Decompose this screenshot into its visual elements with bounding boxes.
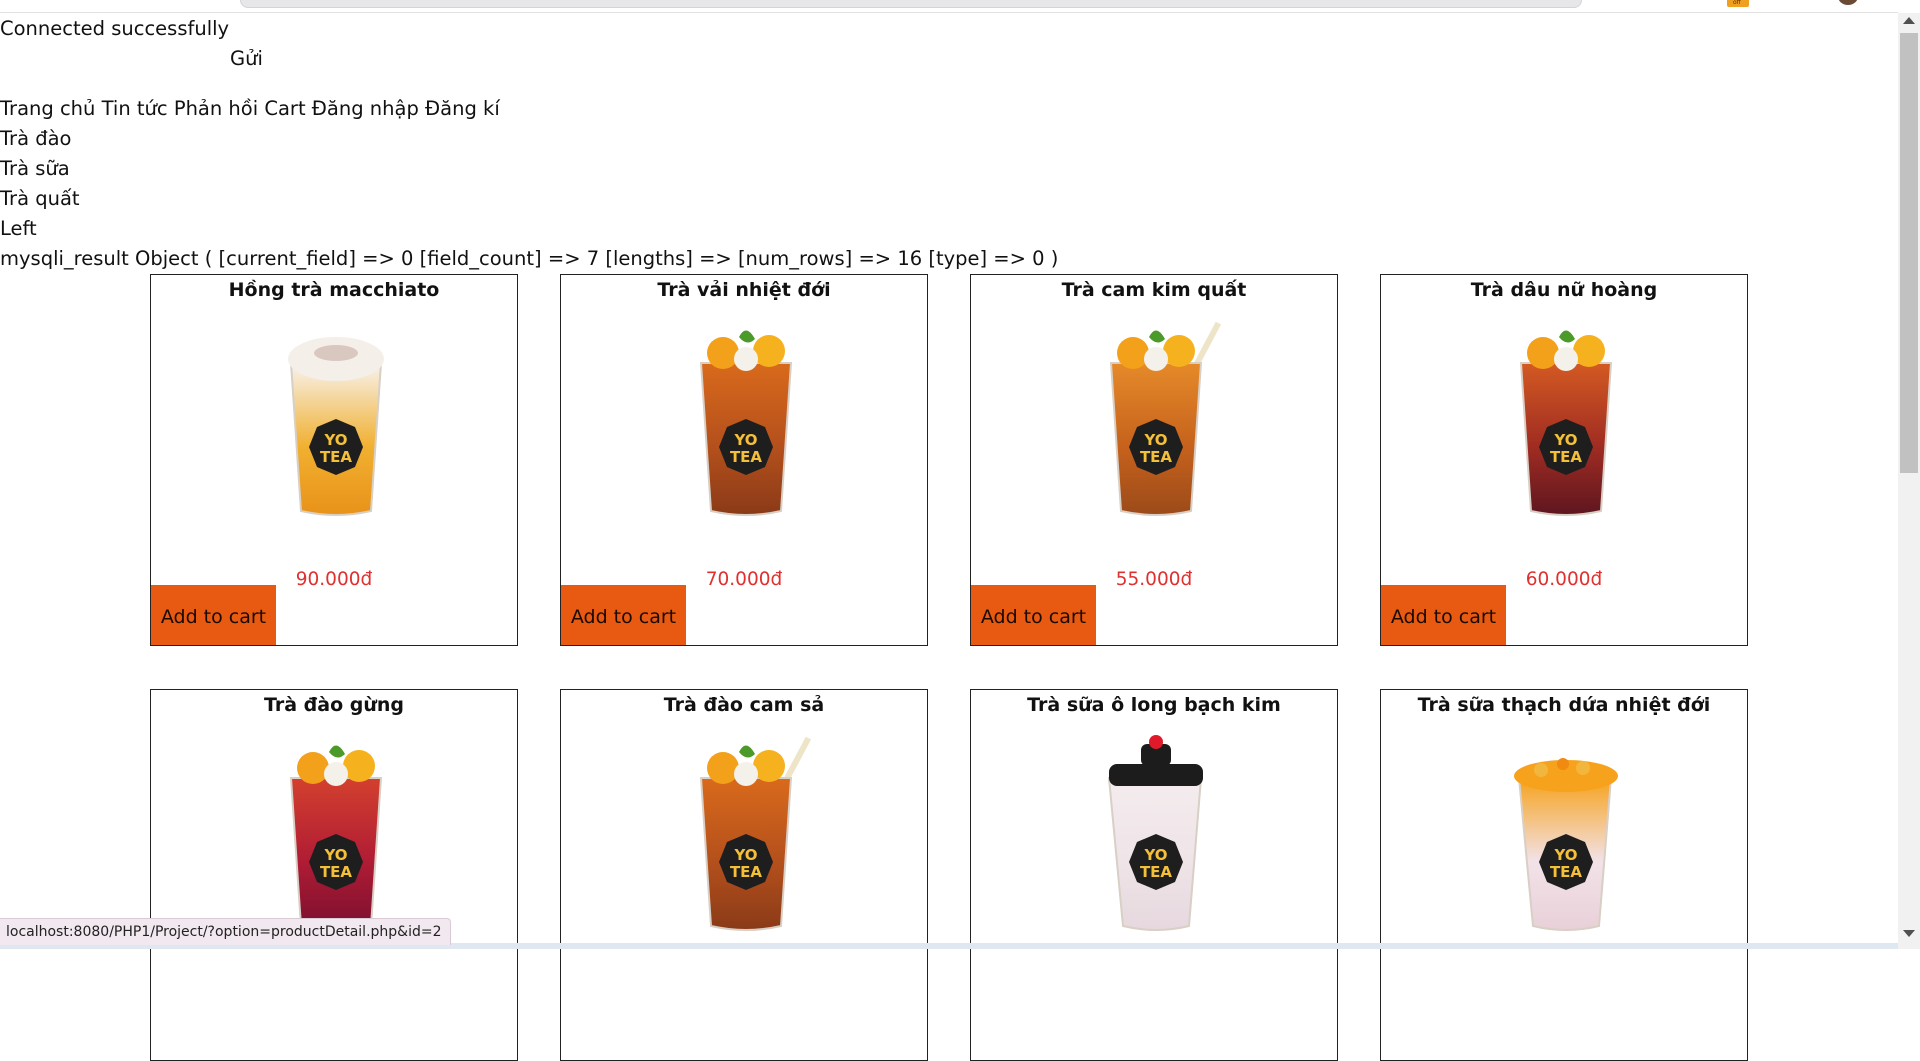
svg-text:TEA: TEA — [1550, 448, 1582, 466]
add-to-cart-button[interactable]: Add to cart — [561, 585, 686, 645]
svg-text:TEA: TEA — [730, 863, 762, 881]
product-name[interactable]: Trà dâu nữ hoàng — [1381, 279, 1747, 301]
add-to-cart-button[interactable]: Add to cart — [151, 585, 276, 645]
nav-feedback[interactable]: Phản hồi — [174, 97, 258, 120]
nav-register[interactable]: Đăng kí — [425, 97, 500, 120]
svg-text:YO: YO — [1143, 846, 1167, 864]
svg-text:YO: YO — [733, 846, 757, 864]
oolong-milk-tea-image[interactable]: YO TEA — [1071, 734, 1241, 934]
peach-ginger-tea-image[interactable]: YO TEA — [251, 734, 421, 934]
nav-news[interactable]: Tin tức — [102, 97, 168, 120]
product-card[interactable]: Trà dâu nữ hoàng YO TEA 60.000đ Add to cart — [1380, 274, 1748, 646]
svg-text:TEA: TEA — [320, 448, 352, 466]
nav-bar: Trang chủ Tin tức Phản hồi Cart Đăng nhậ… — [0, 96, 500, 122]
svg-text:YO: YO — [733, 431, 757, 449]
nav-home[interactable]: Trang chủ — [0, 97, 95, 120]
nav-login[interactable]: Đăng nhập — [312, 97, 419, 120]
divider — [0, 12, 1898, 13]
scroll-down-icon[interactable] — [1903, 930, 1915, 937]
svg-text:TEA: TEA — [1550, 863, 1582, 881]
extension-icon[interactable]: off — [1727, 0, 1749, 7]
product-card[interactable]: Trà sữa ô long bạch kim YO TEA — [970, 689, 1338, 1061]
svg-text:YO: YO — [1553, 846, 1577, 864]
scrollbar-thumb[interactable] — [1900, 33, 1918, 473]
product-card[interactable]: Trà đào gừng YO TEA — [150, 689, 518, 1061]
debug-output: mysqli_result Object ( [current_field] =… — [0, 247, 1059, 270]
add-to-cart-button[interactable]: Add to cart — [1381, 585, 1506, 645]
svg-text:YO: YO — [323, 431, 347, 449]
profile-avatar[interactable] — [1838, 0, 1858, 5]
product-name[interactable]: Trà đào cam sả — [561, 694, 927, 716]
svg-text:YO: YO — [1553, 431, 1577, 449]
add-to-cart-button[interactable]: Add to cart — [971, 585, 1096, 645]
product-name[interactable]: Hồng trà macchiato — [151, 279, 517, 301]
svg-text:TEA: TEA — [1140, 863, 1172, 881]
category-milk-tea[interactable]: Trà sữa — [0, 156, 70, 182]
nav-cart[interactable]: Cart — [264, 97, 305, 120]
product-card[interactable]: Trà vải nhiệt đới YO TEA 70.000đ Add to cart — [560, 274, 928, 646]
address-bar[interactable] — [240, 0, 1582, 8]
strawberry-tea-image[interactable]: YO TEA — [1481, 319, 1651, 519]
product-card[interactable]: Trà sữa thạch dứa nhiệt đới YO TEA — [1380, 689, 1748, 1061]
left-label: Left — [0, 217, 37, 240]
svg-text:YO: YO — [323, 846, 347, 864]
product-name[interactable]: Trà vải nhiệt đới — [561, 279, 927, 301]
connection-message: Connected successfully — [0, 17, 230, 40]
product-name[interactable]: Trà đào gừng — [151, 694, 517, 716]
svg-text:TEA: TEA — [730, 448, 762, 466]
scroll-up-icon[interactable] — [1903, 17, 1915, 24]
product-name[interactable]: Trà sữa ô long bạch kim — [971, 694, 1337, 716]
product-card[interactable]: Trà cam kim quất YO TEA 55.000đ Add to cart — [970, 274, 1338, 646]
browser-top-chrome: off — [0, 0, 1920, 12]
svg-text:TEA: TEA — [320, 863, 352, 881]
send-button[interactable]: Gửi — [230, 46, 263, 72]
status-bar-url: localhost:8080/PHP1/Project/?option=prod… — [0, 918, 451, 945]
svg-text:TEA: TEA — [1140, 448, 1172, 466]
vertical-scrollbar[interactable] — [1898, 13, 1920, 949]
svg-text:YO: YO — [1143, 431, 1167, 449]
macchiato-cup-image[interactable]: YO TEA — [251, 319, 421, 519]
category-kumquat-tea[interactable]: Trà quất — [0, 186, 80, 212]
orange-kumquat-tea-image[interactable]: YO TEA — [1071, 319, 1241, 519]
lychee-tea-image[interactable]: YO TEA — [661, 319, 831, 519]
product-card[interactable]: Trà đào cam sả YO TEA — [560, 689, 928, 1061]
category-peach-tea[interactable]: Trà đào — [0, 126, 71, 152]
product-name[interactable]: Trà cam kim quất — [971, 279, 1337, 301]
pineapple-jelly-milk-tea-image[interactable]: YO TEA — [1481, 734, 1651, 934]
peach-orange-lemongrass-tea-image[interactable]: YO TEA — [661, 734, 831, 934]
product-name[interactable]: Trà sữa thạch dứa nhiệt đới — [1381, 694, 1747, 716]
product-card[interactable]: Hồng trà macchiato YO TEA 90.000đ Add to car… — [150, 274, 518, 646]
